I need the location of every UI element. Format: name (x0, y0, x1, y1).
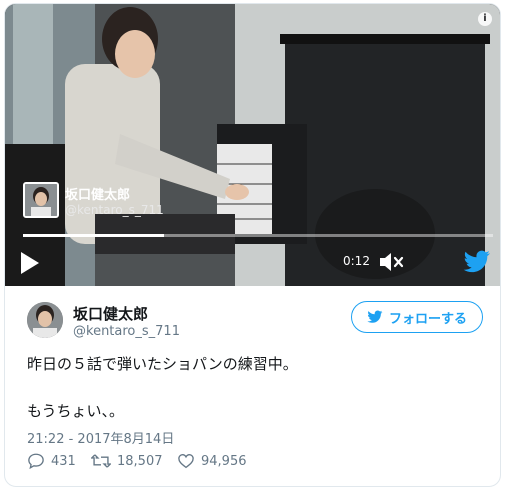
twitter-bird-icon[interactable] (463, 250, 491, 274)
reply-button[interactable]: 431 (27, 452, 76, 470)
retweet-count: 18,507 (117, 453, 163, 469)
avatar[interactable] (23, 182, 59, 218)
author-name[interactable]: 坂口健太郎 (73, 303, 148, 324)
video-progress-fill (23, 234, 164, 237)
video-time: 0:12 (343, 254, 370, 268)
like-count: 94,956 (201, 453, 247, 469)
play-icon[interactable] (19, 250, 41, 276)
reply-count: 431 (51, 453, 76, 469)
video-author-name: 坂口健太郎 (65, 188, 131, 203)
tweet-header: 坂口健太郎 @kentaro_s_711 フォローする (5, 286, 500, 346)
tweet-actions: 431 18,507 94,956 (27, 452, 487, 474)
heart-icon (178, 454, 194, 469)
retweet-icon (91, 454, 111, 468)
video-frame (5, 4, 500, 286)
video-player[interactable]: i 坂口健太郎 @kentaro_s_711 0:12 (5, 4, 500, 286)
follow-label: フォローする (388, 311, 467, 327)
reply-icon (28, 453, 44, 470)
tweet-timestamp[interactable]: 21:22 - 2017年8月14日 (27, 428, 174, 447)
like-button[interactable]: 94,956 (177, 452, 247, 470)
retweet-button[interactable]: 18,507 (91, 452, 163, 470)
avatar[interactable] (27, 302, 63, 338)
author-handle[interactable]: @kentaro_s_711 (73, 324, 180, 339)
info-icon[interactable]: i (478, 12, 492, 26)
volume-muted-icon[interactable] (377, 250, 405, 274)
tweet-text-line1: 昨日の５話で弾いたショパンの練習中。 (27, 355, 298, 373)
video-progress-bar[interactable] (23, 234, 493, 237)
embedded-tweet-card: i 坂口健太郎 @kentaro_s_711 0:12 坂口健太郎 @kenta… (4, 3, 501, 487)
video-author-handle: @kentaro_s_711 (65, 203, 164, 217)
tweet-text-line2: もうちょい、。 (27, 402, 125, 420)
twitter-bird-icon (367, 310, 383, 323)
follow-button[interactable]: フォローする (351, 301, 483, 333)
